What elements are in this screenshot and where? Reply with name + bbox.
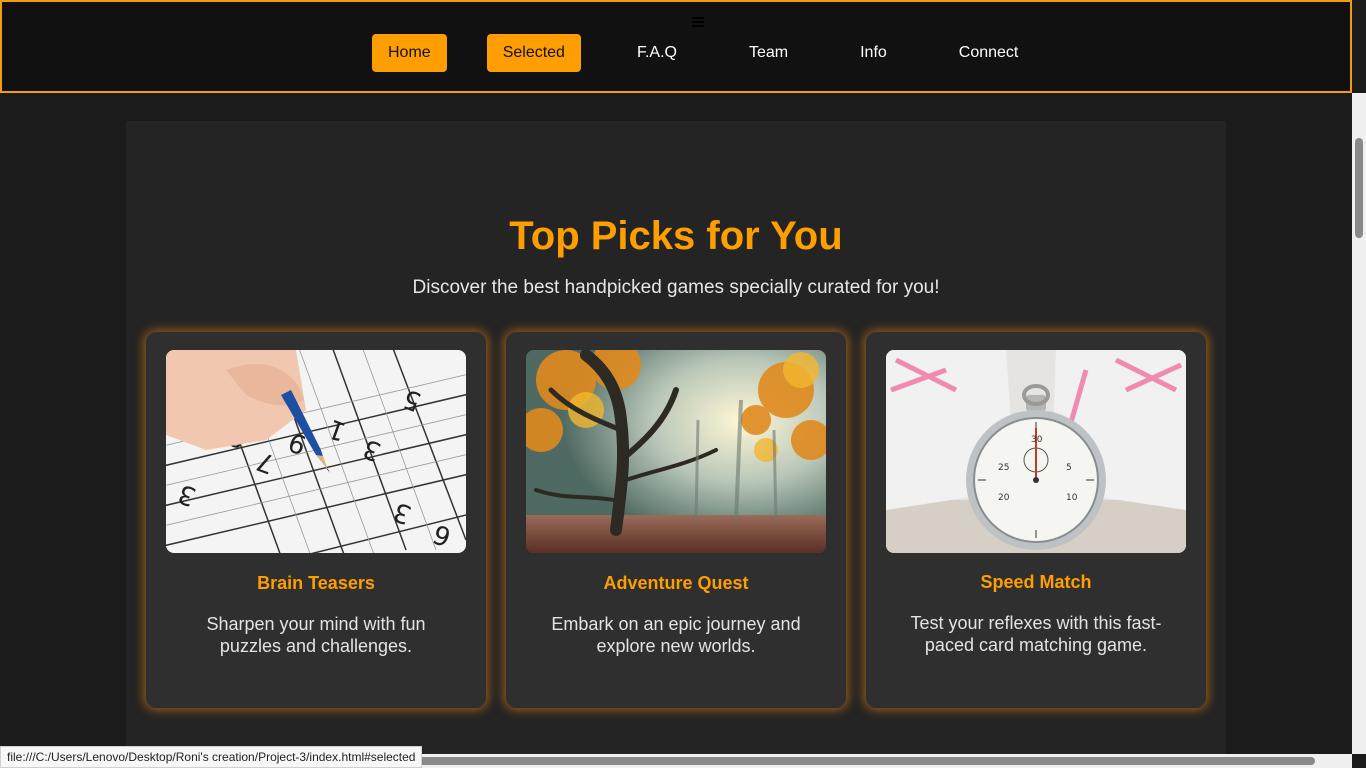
hamburger-menu-icon[interactable] [692,17,704,29]
card-description: Test your reflexes with this fast-paced … [910,613,1162,655]
card-title: Adventure Quest [603,573,749,593]
svg-text:30: 30 [1031,435,1043,445]
game-card-adventure-quest[interactable]: Adventure Quest Embark on an epic journe… [506,332,846,708]
game-card-speed-match[interactable]: 30 25 5 20 10 Speed Match Test your refl… [866,332,1206,708]
nav-link-team[interactable]: Team [733,34,804,72]
card-title: Speed Match [980,572,1092,592]
status-bar-url: file:///C:/Users/Lenovo/Desktop/Roni's c… [0,746,423,768]
nav-link-connect[interactable]: Connect [943,34,1035,72]
card-description: Sharpen your mind with fun puzzles and c… [206,614,426,656]
vertical-scrollbar[interactable] [1352,93,1366,754]
card-description: Embark on an epic journey and explore ne… [551,614,801,656]
svg-text:25: 25 [998,463,1009,473]
nav-link-faq[interactable]: F.A.Q [621,34,693,72]
nav-link-info[interactable]: Info [844,34,903,72]
nav-link-home[interactable]: Home [372,34,447,72]
section-subtitle: Discover the best handpicked games speci… [412,277,940,298]
svg-text:20: 20 [998,493,1010,503]
vertical-scrollbar-thumb[interactable] [1355,138,1363,238]
nav-links: Home Selected F.A.Q Team Info Connect [372,33,1034,73]
card-title: Brain Teasers [257,573,375,593]
autumn-forest-image [526,350,826,553]
svg-text:5: 5 [1066,463,1072,473]
section-title: Top Picks for You [509,214,843,258]
top-picks-section: Top Picks for You Discover the best hand… [126,121,1226,761]
stopwatch-image: 30 25 5 20 10 [886,350,1186,553]
navbar: Home Selected F.A.Q Team Info Connect [0,0,1352,93]
svg-text:10: 10 [1066,493,1078,503]
nav-link-selected[interactable]: Selected [486,34,581,72]
sudoku-puzzle-image: 8 7 9 1 3 3 6 5 3 [166,350,466,553]
game-card-brain-teasers[interactable]: 8 7 9 1 3 3 6 5 3 Brain Teasers Sharpen … [146,332,486,708]
